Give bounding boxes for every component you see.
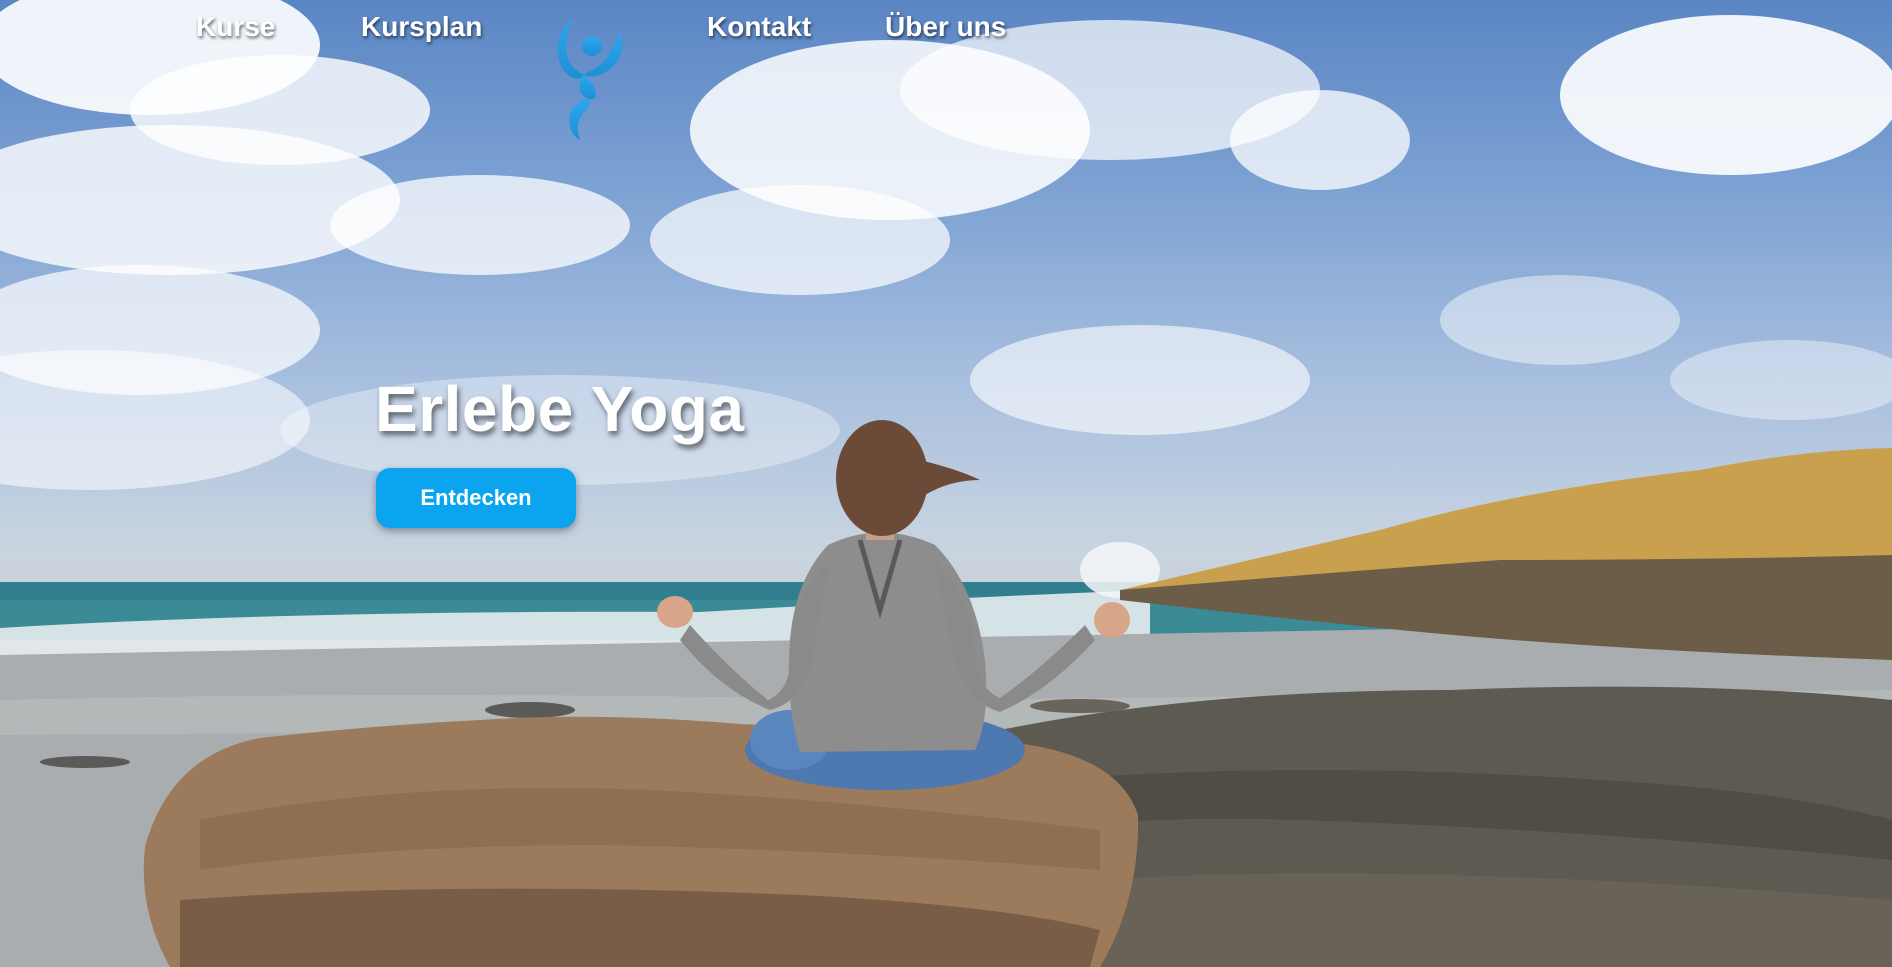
clouds xyxy=(0,0,1892,490)
hero-background-photo xyxy=(0,0,1892,967)
hero-headline: Erlebe Yoga xyxy=(375,373,745,445)
nav-link-kontakt[interactable]: Kontakt xyxy=(707,11,811,43)
main-navigation: Kurse Kursplan Kontakt Über uns xyxy=(0,0,1892,60)
yoga-figure-logo-icon xyxy=(557,18,623,140)
nav-link-kursplan[interactable]: Kursplan xyxy=(361,11,482,43)
nav-link-kurse[interactable]: Kurse xyxy=(196,11,275,43)
hero-section: Kurse Kursplan Kontakt Über uns Erlebe Y… xyxy=(0,0,1892,967)
site-logo[interactable] xyxy=(548,12,628,144)
discover-button[interactable]: Entdecken xyxy=(376,468,576,528)
nav-link-ueber-uns[interactable]: Über uns xyxy=(885,11,1006,43)
